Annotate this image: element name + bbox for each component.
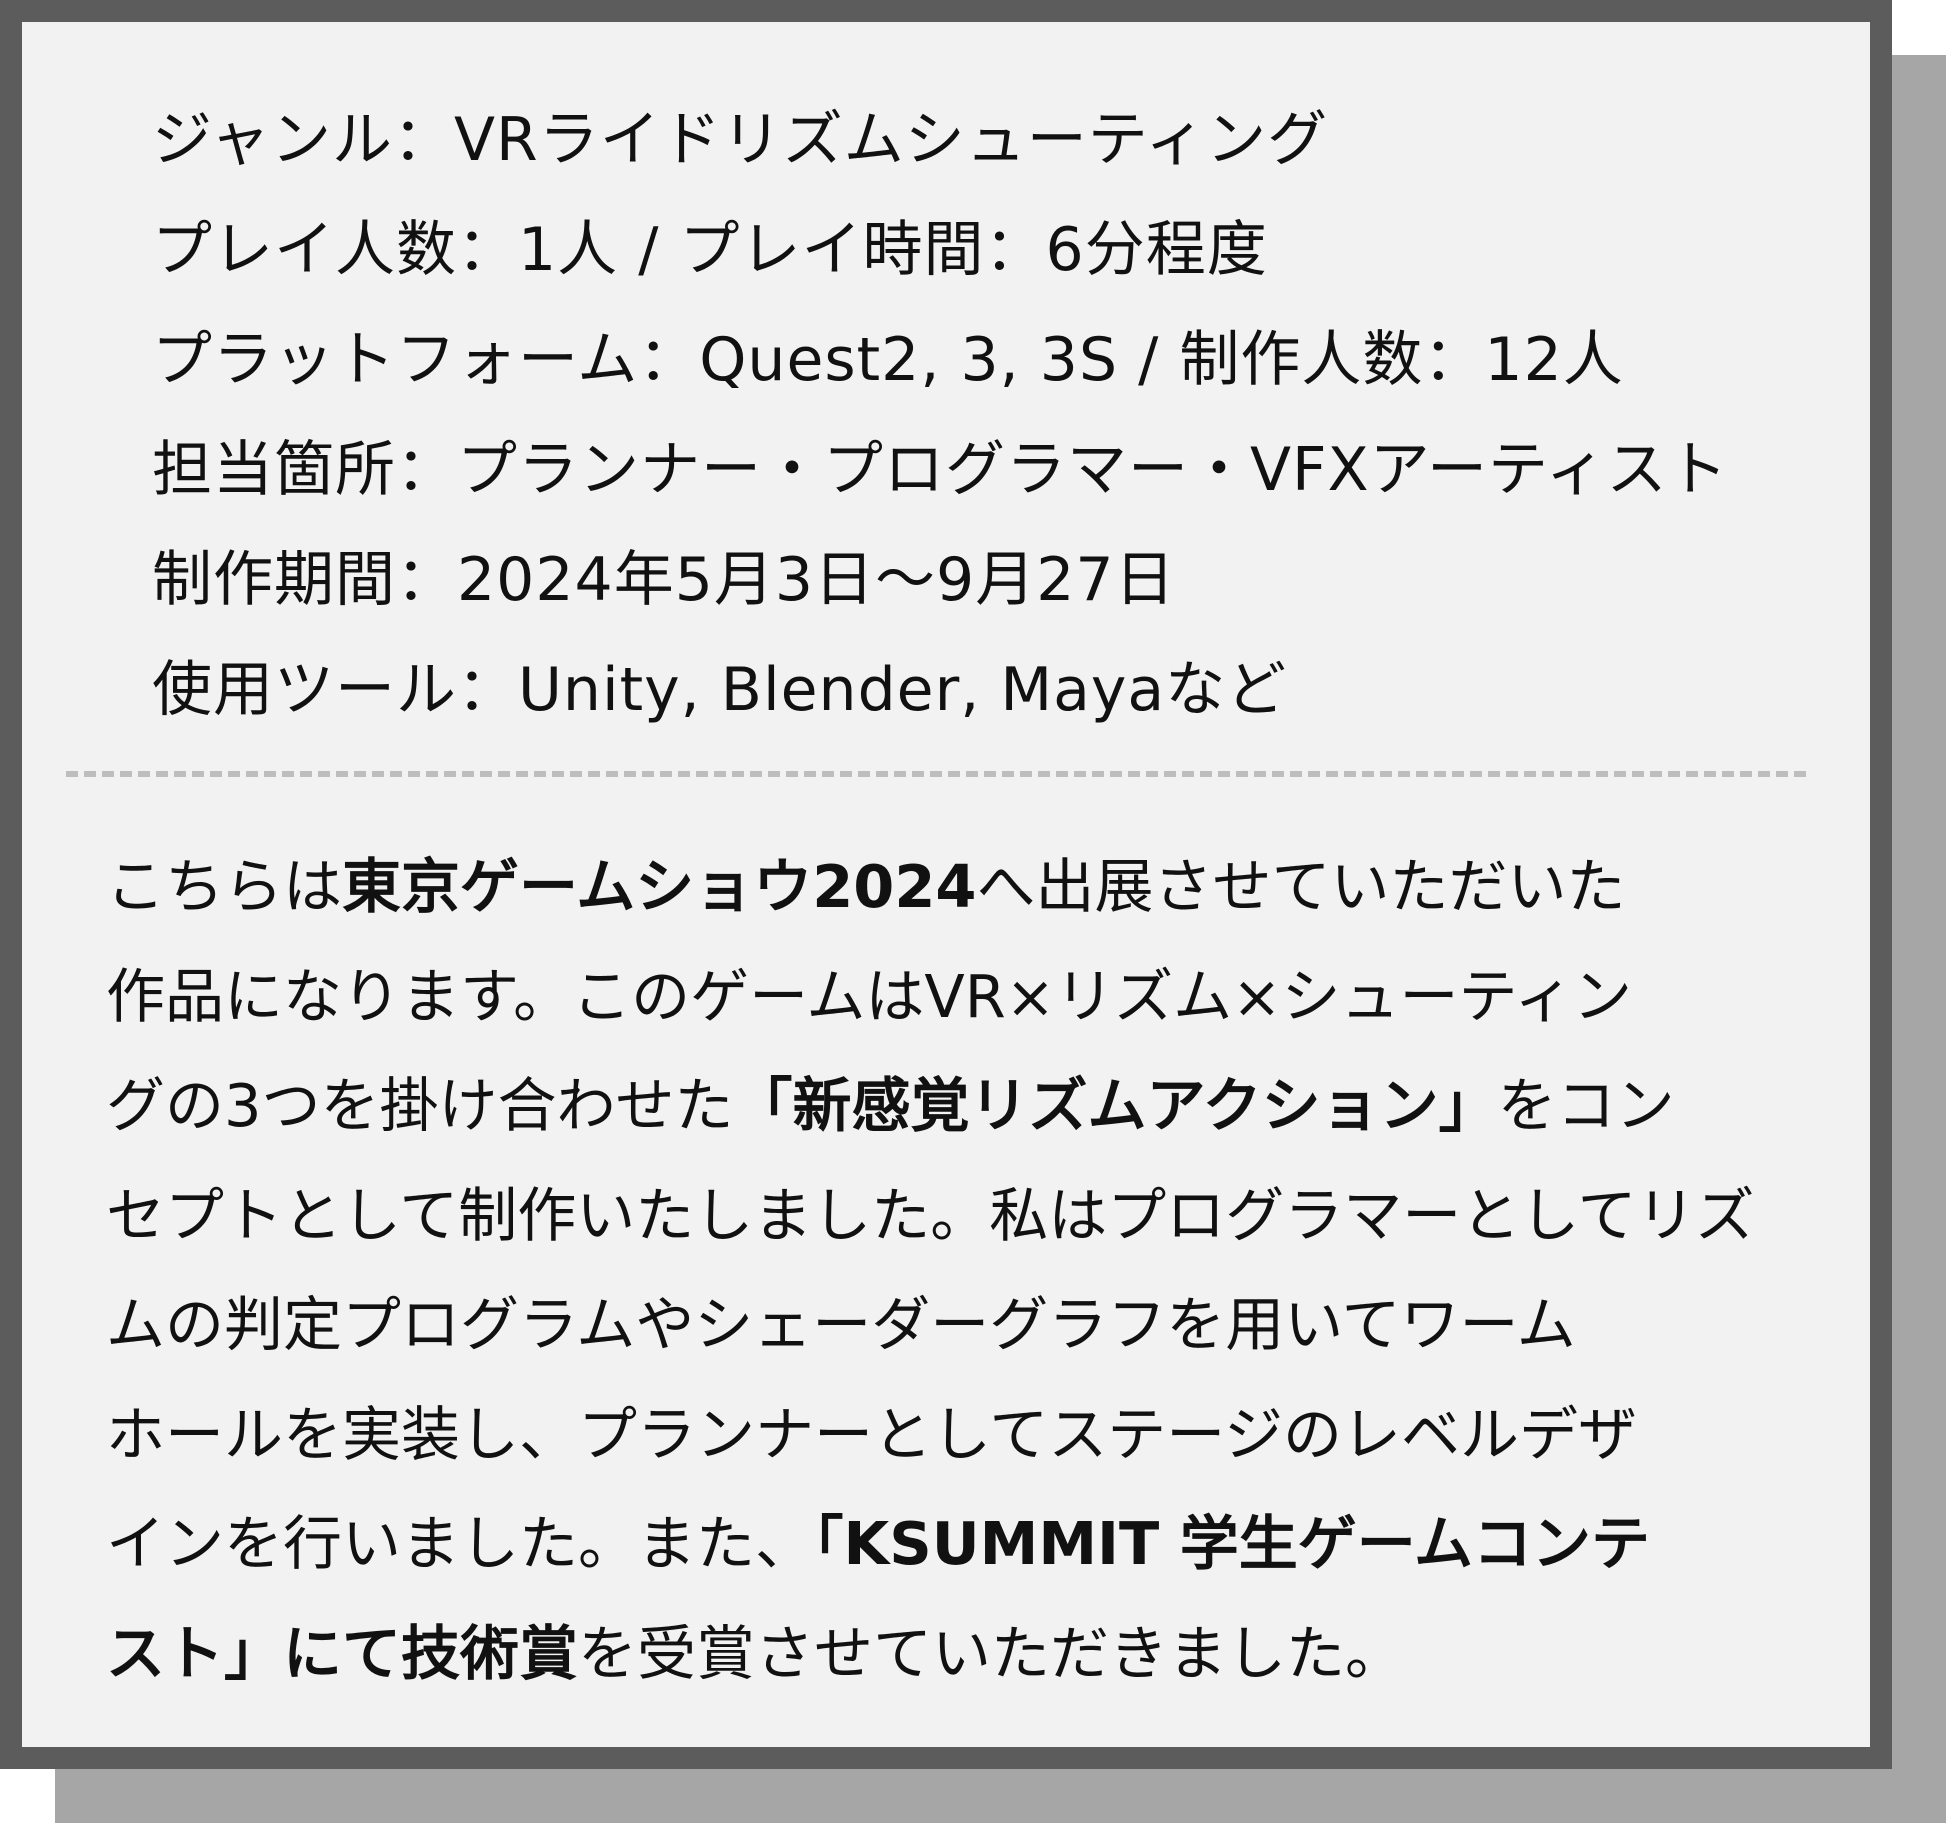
spec-production-period: 制作期間：2024年5月3日～9月27日 [152, 545, 1176, 615]
text-segment: インを行いました。また、 [106, 1509, 815, 1578]
description-line: 作品になります。このゲームはVR×リズム×シューティン [106, 961, 1633, 1031]
spec-list: ジャンル：VRライドリズムシューティング プレイ人数：1人 / プレイ時間：6分… [152, 85, 1792, 745]
project-description: こちらは東京ゲームショウ2024へ出展させていただいた 作品になります。このゲー… [106, 832, 1836, 1708]
description-line: スト」にて技術賞を受賞させていただきました。 [106, 1599, 1836, 1709]
spec-platform-team-size: プラットフォーム：Quest2, 3, 3S / 制作人数：12人 [152, 325, 1624, 395]
text-segment: を受賞させていただきました。 [578, 1618, 1405, 1688]
description-line: ホールを実装し、プランナーとしてステージのレベルデザ [106, 1399, 1638, 1469]
text-segment: グの3つを掛け合わせた [106, 1071, 734, 1140]
description-line: ムの判定プログラムやシェーダーグラフを用いてワーム [106, 1290, 1576, 1359]
highlight-concept: 「新感覚リズムアクション」 [733, 1071, 1498, 1140]
project-info-card: ジャンル：VRライドリズムシューティング プレイ人数：1人 / プレイ時間：6分… [0, 0, 1892, 1769]
spec-genre: ジャンル：VRライドリズムシューティング [152, 105, 1329, 175]
section-divider [66, 771, 1806, 777]
highlight-award: スト」にて技術賞 [106, 1618, 579, 1688]
spec-tools: 使用ツール：Unity, Blender, Mayaなど [152, 655, 1288, 725]
spec-role: 担当箇所：プランナー・プログラマー・VFXアーティスト [152, 435, 1729, 505]
spec-players-playtime: プレイ人数：1人 / プレイ時間：6分程度 [152, 215, 1268, 285]
text-segment: へ出展させていただいた [976, 852, 1626, 921]
description-line: セプトとして制作いたしました。私はプログラマーとしてリズ [106, 1180, 1755, 1250]
description-line: こちらは東京ゲームショウ2024へ出展させていただいた [106, 832, 1836, 942]
text-segment: こちらは [106, 852, 343, 921]
description-line: インを行いました。また、「KSUMMIT 学生ゲームコンテ [106, 1489, 1836, 1599]
description-line: グの3つを掛け合わせた「新感覚リズムアクション」をコン [106, 1051, 1836, 1161]
highlight-event-name: 東京ゲームショウ2024 [342, 852, 977, 921]
text-segment: をコン [1497, 1071, 1675, 1140]
highlight-contest-name: 「KSUMMIT 学生ゲームコンテ [814, 1509, 1651, 1578]
